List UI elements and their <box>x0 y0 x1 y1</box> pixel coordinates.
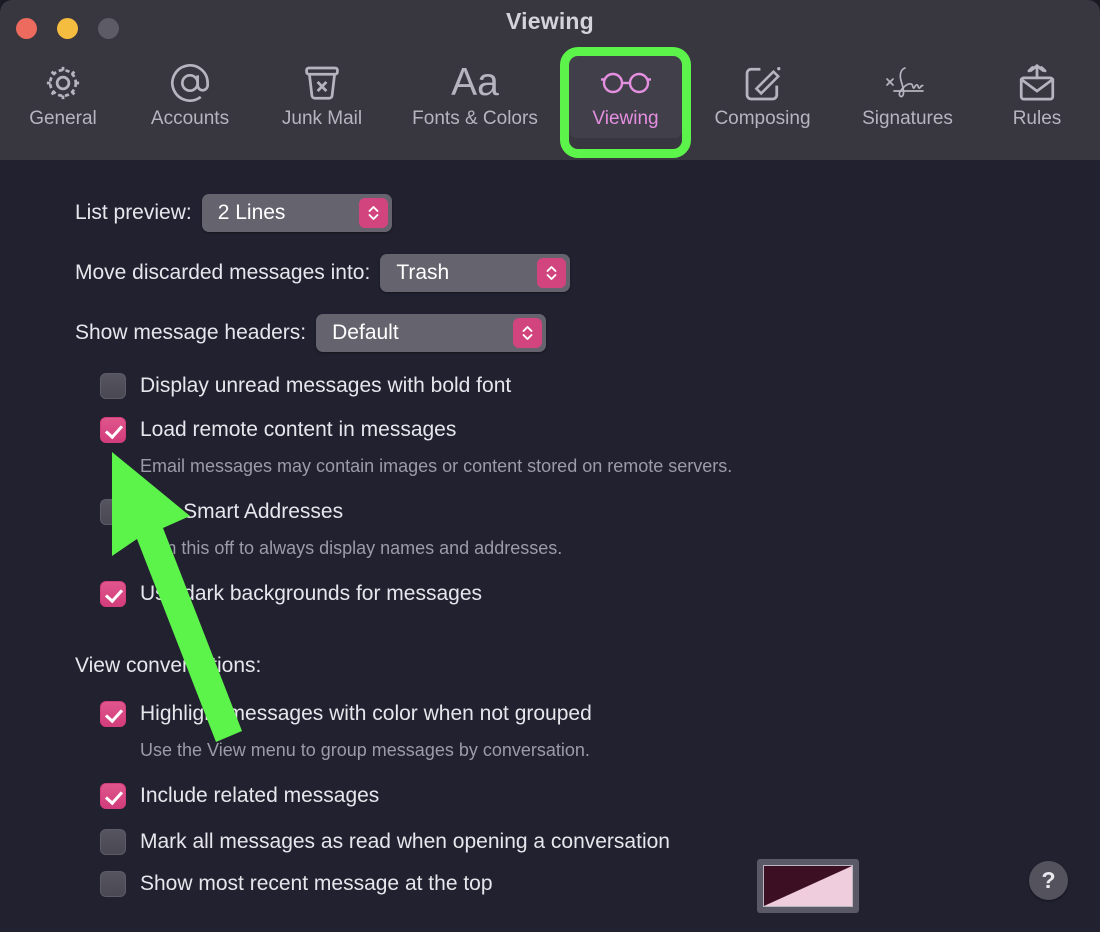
preferences-window: Viewing General Accounts Junk Mail Aa Fo… <box>0 0 1100 932</box>
tab-composing-label: Composing <box>714 108 811 129</box>
tab-accounts[interactable]: Accounts <box>126 52 254 138</box>
tab-general-label: General <box>29 108 97 129</box>
setting-show-message-headers: Show message headers: Default <box>75 314 547 352</box>
help-text-use-smart-addresses: Turn this off to always display names an… <box>140 538 563 558</box>
tab-junk-mail[interactable]: Junk Mail <box>254 52 390 138</box>
help-text-load-remote-content: Email messages may contain images or con… <box>140 456 733 476</box>
tab-rules-label: Rules <box>1012 108 1062 129</box>
move-discarded-label: Move discarded messages into: <box>75 261 371 284</box>
checkbox-row-use-smart-addresses[interactable]: Use Smart Addresses <box>100 499 343 525</box>
tab-viewing-label: Viewing <box>592 108 659 129</box>
highlight-color-swatch[interactable] <box>757 859 859 913</box>
tab-accounts-label: Accounts <box>150 108 230 129</box>
checkbox-row-show-most-recent[interactable]: Show most recent message at the top <box>100 871 493 897</box>
checkbox-highlight-messages[interactable] <box>100 701 126 727</box>
tab-general[interactable]: General <box>0 52 126 138</box>
at-sign-icon <box>167 60 213 106</box>
setting-move-discarded: Move discarded messages into: Trash <box>75 254 571 292</box>
show-headers-popup[interactable]: Default <box>316 314 547 352</box>
checkbox-show-most-recent-top-label: Show most recent message at the top <box>140 872 493 895</box>
list-preview-value: 2 Lines <box>217 201 286 224</box>
window-title: Viewing <box>506 8 594 34</box>
compose-icon <box>741 60 785 106</box>
checkbox-display-unread-bold-label: Display unread messages with bold font <box>140 374 512 397</box>
envelope-arrows-icon <box>1013 60 1061 106</box>
gear-icon <box>41 60 85 106</box>
checkbox-mark-all-messages-read-label: Mark all messages as read when opening a… <box>140 830 670 853</box>
chevron-updown-icon[interactable] <box>537 258 567 288</box>
checkbox-row-use-dark-backgrounds[interactable]: Use dark backgrounds for messages <box>100 581 482 607</box>
setting-list-preview: List preview: 2 Lines <box>75 194 392 232</box>
section-heading-view-conversations: View conversations: <box>75 654 262 677</box>
checkbox-row-mark-all-read[interactable]: Mark all messages as read when opening a… <box>100 829 670 855</box>
checkbox-include-related-messages[interactable] <box>100 783 126 809</box>
tab-junk-mail-label: Junk Mail <box>281 108 363 129</box>
checkbox-row-display-unread-bold[interactable]: Display unread messages with bold font <box>100 373 511 399</box>
viewing-preferences-pane: List preview: 2 Lines Move discarded mes… <box>0 160 1100 932</box>
checkbox-mark-all-messages-read[interactable] <box>100 829 126 855</box>
checkbox-include-related-messages-label: Include related messages <box>140 784 380 807</box>
move-discarded-popup[interactable]: Trash <box>380 254 571 292</box>
highlight-color-swatch-fill <box>763 865 853 907</box>
checkbox-highlight-messages-label: Highlight messages with color when not g… <box>140 702 592 725</box>
checkbox-row-load-remote-content[interactable]: Load remote content in messages <box>100 417 456 443</box>
checkbox-row-include-related[interactable]: Include related messages <box>100 783 379 809</box>
checkbox-row-highlight-messages[interactable]: Highlight messages with color when not g… <box>100 701 592 727</box>
checkbox-use-smart-addresses[interactable] <box>100 499 126 525</box>
tab-fonts-and-colors-label: Fonts & Colors <box>412 108 538 129</box>
checkbox-load-remote-content-label: Load remote content in messages <box>140 418 457 441</box>
preferences-tab-bar: General Accounts Junk Mail Aa Fonts & Co… <box>0 52 1100 152</box>
checkbox-use-smart-addresses-label: Use Smart Addresses <box>140 500 344 523</box>
checkbox-use-dark-backgrounds[interactable] <box>100 581 126 607</box>
tab-fonts-and-colors[interactable]: Aa Fonts & Colors <box>390 52 560 138</box>
tab-signatures-label: Signatures <box>862 108 953 129</box>
tab-composing[interactable]: Composing <box>691 52 834 138</box>
chevron-updown-icon[interactable] <box>513 318 543 348</box>
checkbox-show-most-recent-top[interactable] <box>100 871 126 897</box>
signature-icon <box>879 60 937 106</box>
aa-text-icon: Aa <box>451 61 499 104</box>
help-text-highlight-messages: Use the View menu to group messages by c… <box>140 740 590 760</box>
checkbox-display-unread-bold[interactable] <box>100 373 126 399</box>
trash-x-icon <box>300 60 344 106</box>
window-toolbar: Viewing General Accounts Junk Mail Aa Fo… <box>0 0 1100 160</box>
checkbox-use-dark-backgrounds-label: Use dark backgrounds for messages <box>140 582 482 605</box>
chevron-updown-icon[interactable] <box>358 198 388 228</box>
tab-viewing[interactable]: Viewing <box>569 52 682 138</box>
help-button[interactable]: ? <box>1029 861 1068 900</box>
tab-rules[interactable]: Rules <box>981 52 1093 138</box>
show-headers-label: Show message headers: <box>75 321 307 344</box>
checkbox-load-remote-content[interactable] <box>100 417 126 443</box>
list-preview-popup[interactable]: 2 Lines <box>201 194 392 232</box>
glasses-icon <box>599 60 653 106</box>
tab-signatures[interactable]: Signatures <box>834 52 981 138</box>
show-headers-value: Default <box>332 321 399 344</box>
move-discarded-value: Trash <box>396 261 450 284</box>
list-preview-label: List preview: <box>75 201 192 224</box>
